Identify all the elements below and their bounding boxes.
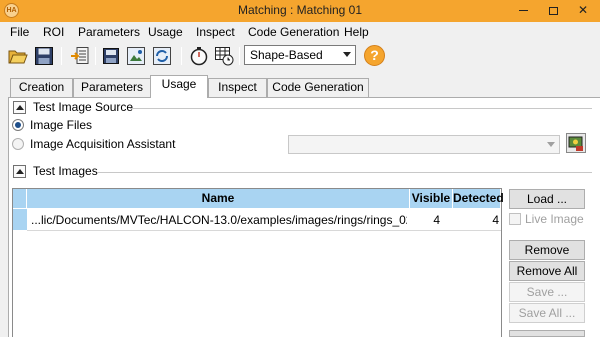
test-image-source-title: Test Image Source <box>33 100 134 114</box>
acquisition-assistant-label: Image Acquisition Assistant <box>30 137 176 151</box>
live-image-checkbox[interactable] <box>509 213 521 225</box>
menu-parameters[interactable]: Parameters <box>78 25 140 39</box>
collapse-test-images-button[interactable] <box>13 165 26 178</box>
chevron-up-icon <box>16 169 24 174</box>
menu-roi[interactable]: ROI <box>43 25 64 39</box>
open-folder-icon[interactable] <box>8 46 28 66</box>
menu-bar: File ROI Parameters Usage Inspect Code G… <box>0 22 600 42</box>
tab-inspect[interactable]: Inspect <box>208 78 267 97</box>
stopwatch-icon[interactable] <box>189 46 209 66</box>
partial-button[interactable] <box>509 330 585 337</box>
row-selector[interactable] <box>13 209 27 230</box>
test-images-title: Test Images <box>33 164 98 178</box>
remove-button[interactable]: Remove <box>509 240 585 260</box>
menu-inspect[interactable]: Inspect <box>196 25 235 39</box>
column-header-name[interactable]: Name <box>27 189 410 208</box>
image-files-label: Image Files <box>30 118 93 132</box>
image-files-radio[interactable] <box>12 119 24 131</box>
tab-code-generation[interactable]: Code Generation <box>267 78 369 97</box>
save-disk-icon[interactable] <box>34 46 54 66</box>
load-model-icon[interactable] <box>70 46 90 66</box>
tab-parameters[interactable]: Parameters <box>73 78 151 97</box>
detected-count-cell: 4 <box>492 213 499 227</box>
tab-creation[interactable]: Creation <box>10 78 73 97</box>
image-path-cell: ...lic/Documents/MVTec/HALCON-13.0/examp… <box>31 213 407 227</box>
save-model-icon[interactable] <box>101 46 121 66</box>
acquisition-assistant-button[interactable] <box>566 133 586 153</box>
visible-count-cell: 4 <box>433 213 440 227</box>
tab-usage[interactable]: Usage <box>150 75 208 98</box>
collapse-source-button[interactable] <box>13 101 26 114</box>
chevron-down-icon <box>547 142 555 147</box>
menu-file[interactable]: File <box>10 25 29 39</box>
minimize-button[interactable] <box>508 0 538 22</box>
maximize-button[interactable] <box>538 0 568 22</box>
column-header-detected[interactable]: Detected <box>453 189 504 208</box>
column-header-visible[interactable]: Visible <box>410 189 453 208</box>
close-icon: ✕ <box>577 3 589 17</box>
chevron-down-icon <box>343 52 351 57</box>
group-divider <box>97 172 592 173</box>
image-match-icon[interactable] <box>126 46 146 66</box>
toolbar-separator <box>239 47 240 65</box>
live-image-label: Live Image <box>525 212 584 226</box>
matching-method-select[interactable]: Shape-Based <box>244 45 356 65</box>
maximize-icon <box>548 6 558 15</box>
menu-usage[interactable]: Usage <box>148 25 183 39</box>
load-button[interactable]: Load ... <box>509 189 585 209</box>
matching-method-value: Shape-Based <box>250 48 323 62</box>
test-images-table: Name Visible Detected ...lic/Documents/M… <box>12 188 504 337</box>
acquisition-assistant-select[interactable] <box>288 135 560 154</box>
chevron-up-icon <box>16 105 24 110</box>
table-clock-icon[interactable] <box>214 46 234 66</box>
acquisition-assistant-radio[interactable] <box>12 138 24 150</box>
menu-code-generation[interactable]: Code Generation <box>248 25 339 39</box>
minimize-icon <box>518 10 528 12</box>
help-icon[interactable]: ? <box>364 45 385 66</box>
image-refresh-icon[interactable] <box>152 46 172 66</box>
row-divider <box>27 230 501 231</box>
save-button[interactable]: Save ... <box>509 282 585 302</box>
save-all-button[interactable]: Save All ... <box>509 303 585 323</box>
toolbar-separator <box>95 47 96 65</box>
group-divider <box>130 108 592 109</box>
close-button[interactable]: ✕ <box>568 0 598 22</box>
row-header-corner <box>13 189 27 208</box>
toolbar-separator <box>61 47 62 65</box>
toolbar-separator <box>181 47 182 65</box>
remove-all-button[interactable]: Remove All <box>509 261 585 281</box>
menu-help[interactable]: Help <box>344 25 369 39</box>
camera-assistant-icon <box>568 136 583 151</box>
title-bar[interactable]: HA Matching : Matching 01 ✕ <box>0 0 600 22</box>
